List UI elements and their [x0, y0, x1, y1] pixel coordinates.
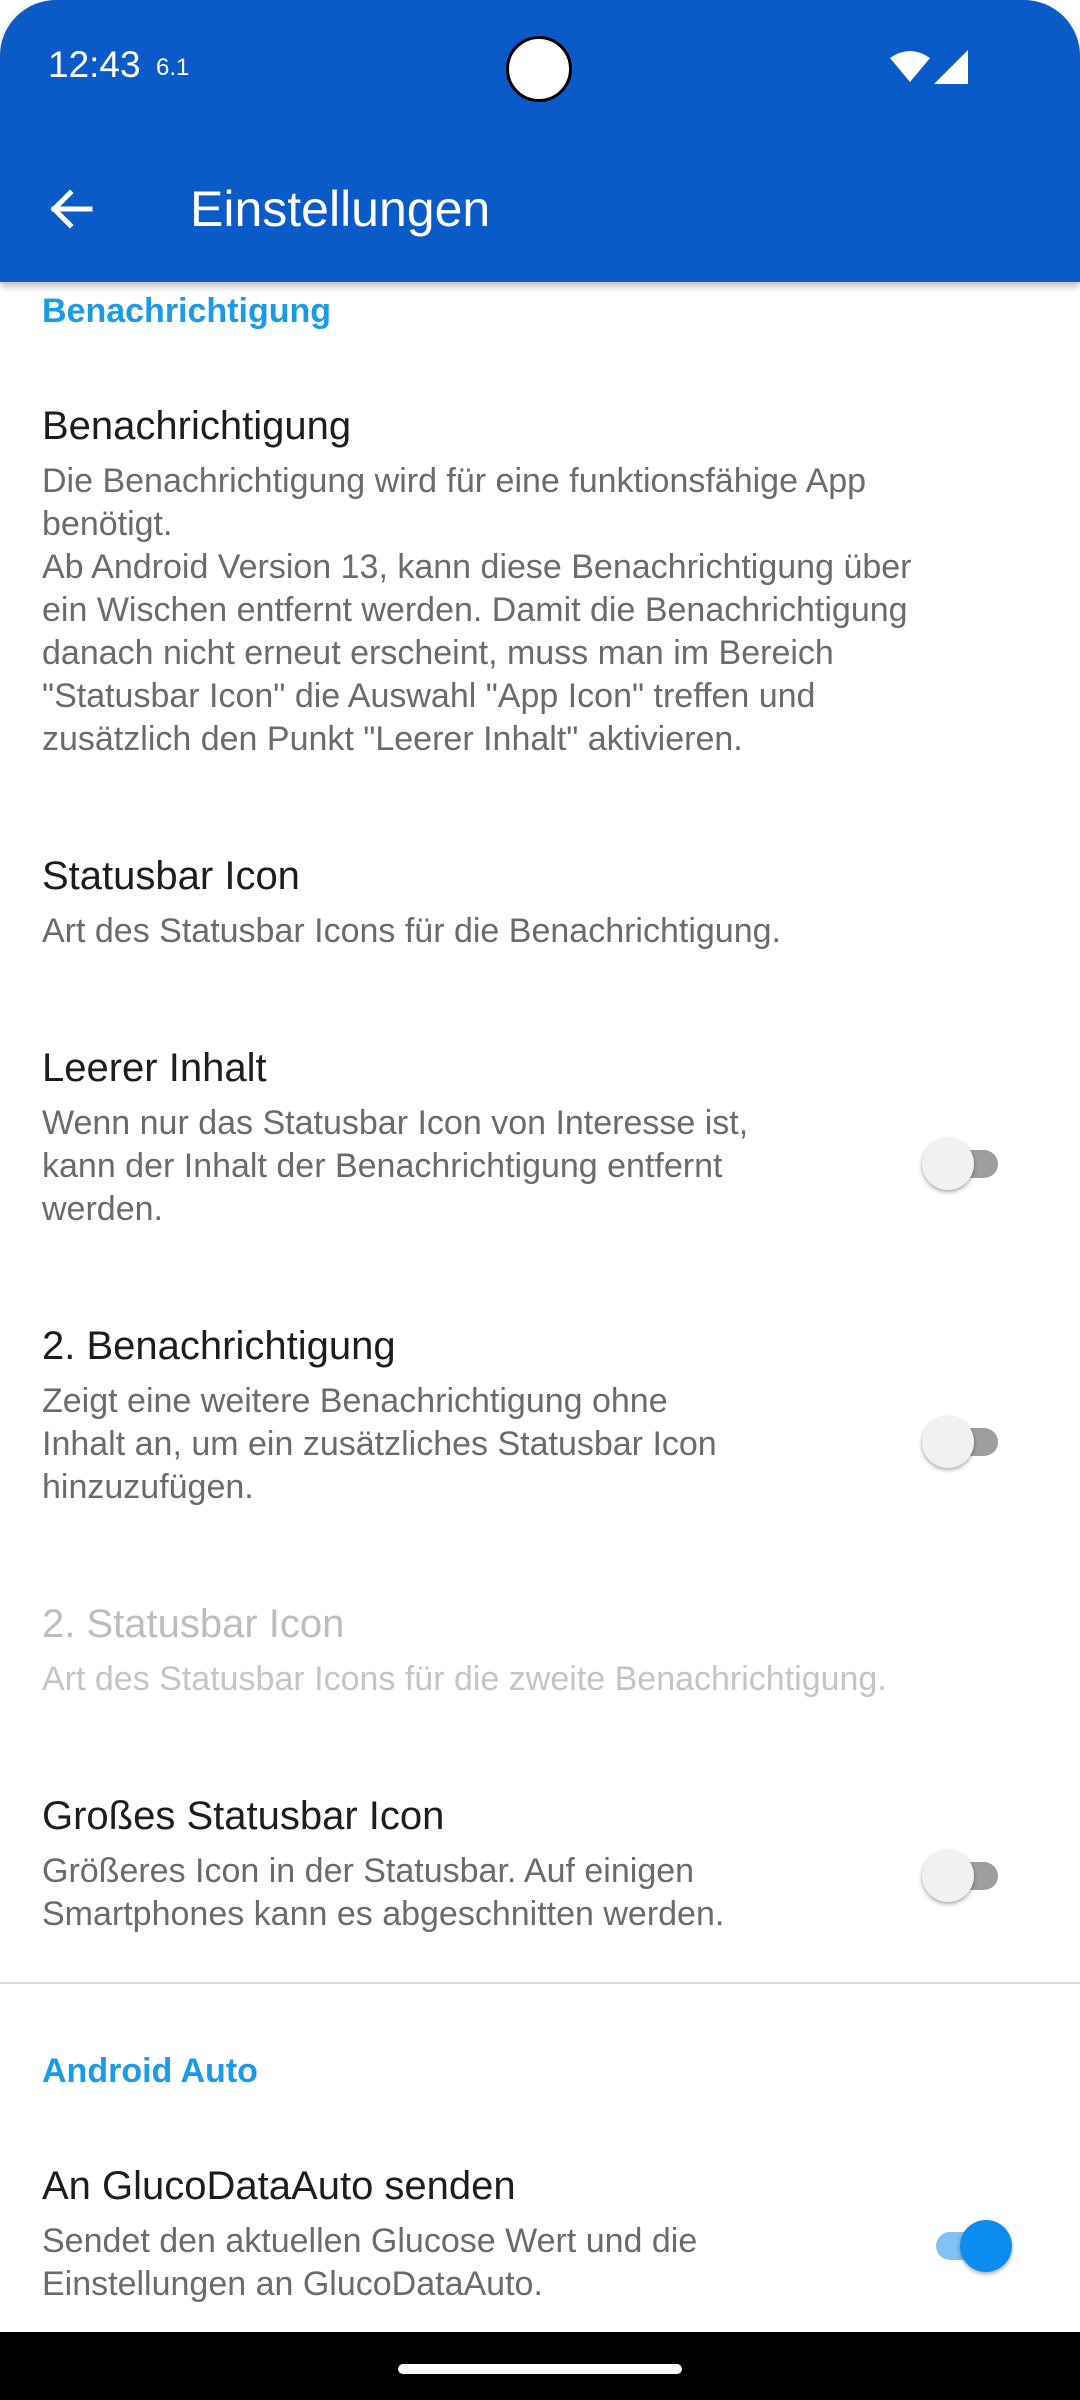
summary-line: Ab Android Version 13, kann diese Benach…: [42, 548, 912, 586]
summary-line: ein Wischen entfernt werden. Damit die B…: [42, 591, 908, 629]
camera-cutout: [506, 36, 572, 102]
summary-line: Smartphones kann es abgeschnitten werden…: [42, 1895, 725, 1933]
status-indicator: 6.1: [156, 54, 190, 81]
summary-line: Sendet den aktuellen Glucose Wert und di…: [42, 2222, 698, 2260]
summary-line: kann der Inhalt der Benachrichtigung ent…: [42, 1147, 723, 1185]
empty-content-switch[interactable]: [922, 1138, 1012, 1190]
summary-line: Art des Statusbar Icons für die zweite B…: [42, 1660, 887, 1698]
send-glucodataauto-switch[interactable]: [922, 2220, 1012, 2272]
pref-send-glucodataauto[interactable]: An GlucoDataAuto senden Sendet den aktue…: [0, 2164, 1080, 2304]
summary-line: Art des Statusbar Icons für die Benachri…: [42, 912, 781, 950]
large-statusbar-icon-switch[interactable]: [922, 1850, 1012, 1902]
summary-line: Größeres Icon in der Statusbar. Auf eini…: [42, 1852, 695, 1890]
pref-title: Statusbar Icon: [42, 854, 300, 898]
section-divider: [0, 1982, 1080, 1984]
pref-title: Benachrichtigung: [42, 404, 352, 448]
section-header-android-auto: Android Auto: [42, 2052, 258, 2090]
summary-line: werden.: [42, 1190, 163, 1228]
pref-second-notification[interactable]: 2. Benachrichtigung Zeigt eine weitere B…: [0, 1324, 1080, 1506]
summary-line: Einstellungen an GlucoDataAuto.: [42, 2265, 543, 2303]
app-bar: 12:43 6.1 Einstellungen: [0, 0, 1080, 282]
pref-summary: Wenn nur das Statusbar Icon von Interess…: [42, 1102, 748, 1231]
page-title: Einstellungen: [190, 181, 491, 237]
pref-summary: Art des Statusbar Icons für die zweite B…: [42, 1658, 887, 1701]
pref-notification[interactable]: Benachrichtigung Die Benachrichtigung wi…: [0, 404, 1080, 758]
switch-thumb: [922, 1416, 974, 1468]
pref-title: 2. Benachrichtigung: [42, 1324, 396, 1368]
summary-line: Inhalt an, um ein zusätzliches Statusbar…: [42, 1425, 717, 1463]
summary-line: danach nicht erneut erscheint, muss man …: [42, 634, 834, 672]
pref-statusbar-icon[interactable]: Statusbar Icon Art des Statusbar Icons f…: [0, 854, 1080, 964]
arrow-back-icon[interactable]: [46, 184, 96, 234]
pref-summary: Zeigt eine weitere Benachrichtigung ohne…: [42, 1380, 717, 1509]
home-gesture-handle[interactable]: [398, 2364, 682, 2374]
pref-title: An GlucoDataAuto senden: [42, 2164, 516, 2208]
summary-line: zusätzlich den Punkt "Leerer Inhalt" akt…: [42, 720, 743, 758]
pref-second-statusbar-icon: 2. Statusbar Icon Art des Statusbar Icon…: [0, 1602, 1080, 1712]
settings-screen: 12:43 6.1 Einstellungen Benachrichtigung…: [0, 0, 1080, 2400]
pref-title: Leerer Inhalt: [42, 1046, 267, 1090]
switch-thumb: [922, 1138, 974, 1190]
pref-summary: Art des Statusbar Icons für die Benachri…: [42, 910, 781, 953]
status-time: 12:43: [48, 44, 141, 85]
second-notification-switch[interactable]: [922, 1416, 1012, 1468]
pref-title: 2. Statusbar Icon: [42, 1602, 345, 1646]
section-header-notification: Benachrichtigung: [42, 292, 332, 330]
pref-summary: Sendet den aktuellen Glucose Wert und di…: [42, 2220, 697, 2306]
summary-line: Zeigt eine weitere Benachrichtigung ohne: [42, 1382, 668, 1420]
pref-title: Großes Statusbar Icon: [42, 1794, 445, 1838]
pref-summary: Die Benachrichtigung wird für eine funkt…: [42, 460, 912, 761]
summary-line: Die Benachrichtigung wird für eine funkt…: [42, 462, 867, 500]
switch-thumb: [922, 1850, 974, 1902]
pref-large-statusbar-icon[interactable]: Großes Statusbar Icon Größeres Icon in d…: [0, 1794, 1080, 1934]
cell-signal-icon: [934, 50, 968, 84]
summary-line: hinzuzufügen.: [42, 1468, 254, 1506]
settings-list: Benachrichtigung Benachrichtigung Die Be…: [0, 282, 1080, 2332]
summary-line: Wenn nur das Statusbar Icon von Interess…: [42, 1104, 749, 1142]
pref-summary: Größeres Icon in der Statusbar. Auf eini…: [42, 1850, 724, 1936]
wifi-icon: [890, 51, 930, 82]
summary-line: "Statusbar Icon" die Auswahl "App Icon" …: [42, 677, 816, 715]
pref-empty-content[interactable]: Leerer Inhalt Wenn nur das Statusbar Ico…: [0, 1046, 1080, 1228]
switch-thumb: [960, 2220, 1012, 2272]
summary-line: benötigt.: [42, 505, 173, 543]
